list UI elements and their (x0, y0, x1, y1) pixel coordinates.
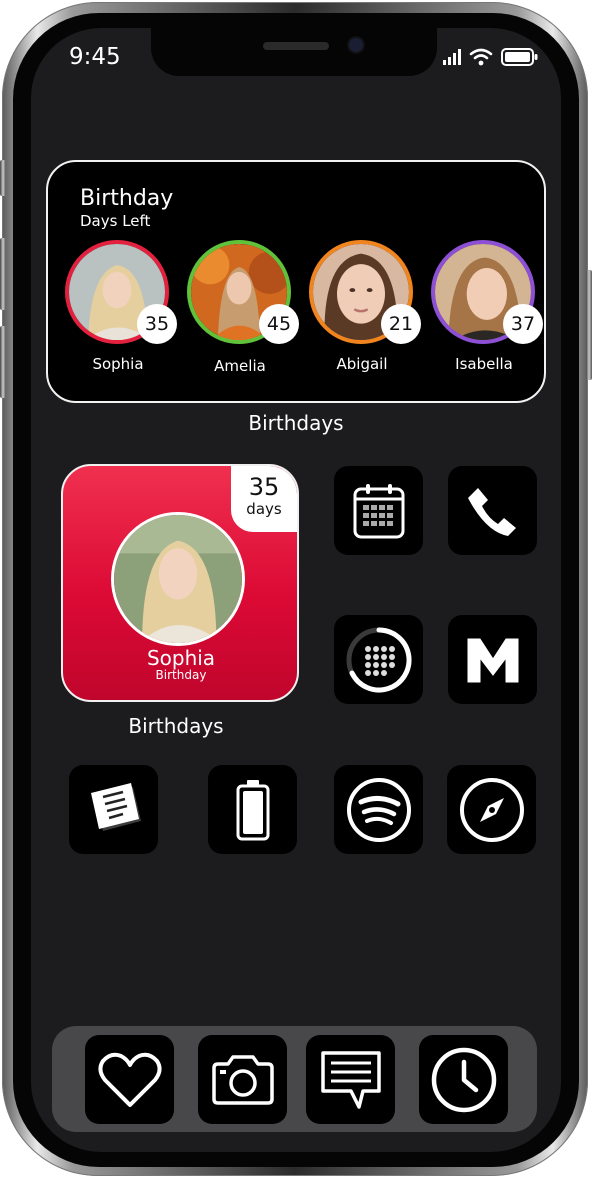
battery-app[interactable] (208, 765, 297, 854)
person-name: Isabella (455, 355, 513, 373)
person-card[interactable]: 37 Isabella (429, 240, 543, 380)
earpiece-speaker (263, 42, 329, 50)
volume-up-button (0, 238, 6, 310)
gmail-m-icon (467, 638, 518, 682)
clock-icon (431, 1047, 496, 1112)
status-icons (443, 48, 539, 66)
calendar-icon (353, 483, 404, 538)
clock-app[interactable] (419, 1035, 508, 1124)
person-card[interactable]: 35 Sophia (63, 240, 177, 380)
mute-switch (0, 160, 6, 196)
dock (52, 1026, 537, 1132)
widget-caption: Birthdays (128, 714, 224, 738)
messages-icon (320, 1050, 381, 1109)
days-left-tab: 35 days (231, 466, 297, 532)
gmail-app[interactable] (448, 615, 537, 704)
spotify-icon (346, 777, 411, 842)
person-name: Abigail (336, 355, 388, 373)
person-card[interactable]: 45 Amelia (185, 240, 299, 380)
home-screen: 9:45 Birthday Days Left 35 Sophia 45 Ame… (31, 28, 561, 1152)
cellular-signal-icon (443, 49, 461, 65)
notch (151, 28, 437, 76)
birthday-widget-large[interactable]: Birthday Days Left 35 Sophia 45 Amelia 2… (46, 160, 546, 403)
days-left-label: days (246, 500, 282, 518)
birthday-widget-small[interactable]: 35 days Sophia Birthday (61, 464, 299, 702)
person-name: Amelia (214, 357, 266, 375)
status-time: 9:45 (69, 44, 121, 70)
person-name: Sophia (146, 646, 216, 670)
person-name: Sophia (92, 355, 144, 373)
days-left-badge: 35 (137, 304, 177, 344)
front-camera (349, 38, 363, 52)
safari-app[interactable] (447, 765, 536, 854)
camera-app[interactable] (198, 1035, 287, 1124)
days-left-badge: 45 (259, 304, 299, 344)
camera-icon (211, 1054, 274, 1105)
notes-icon (90, 782, 141, 831)
notes-app[interactable] (69, 765, 158, 854)
volume-down-button (0, 326, 6, 398)
activity-app[interactable] (334, 615, 423, 704)
widget-subtitle: Days Left (80, 212, 151, 230)
phone-app[interactable] (448, 466, 537, 555)
power-button (586, 270, 592, 380)
battery-icon (236, 779, 269, 840)
days-left-count: 35 (248, 473, 280, 501)
wifi-icon (469, 48, 493, 66)
battery-status-icon (501, 48, 538, 66)
messages-app[interactable] (306, 1035, 395, 1124)
spotify-app[interactable] (334, 765, 423, 854)
activity-grid-icon (346, 627, 412, 692)
widget-title: Birthday (80, 186, 174, 211)
health-app[interactable] (85, 1035, 174, 1124)
days-left-badge: 21 (381, 304, 421, 344)
widget-caption: Birthdays (248, 411, 344, 435)
person-card[interactable]: 21 Abigail (307, 240, 421, 380)
health-heart-icon (97, 1052, 162, 1107)
compass-icon (459, 777, 524, 842)
portrait-photo (114, 515, 242, 643)
widget-subtitle: Birthday (155, 668, 207, 682)
days-left-badge: 37 (503, 304, 543, 344)
calendar-app[interactable] (334, 466, 423, 555)
avatar (111, 512, 245, 646)
phone-icon (467, 487, 516, 536)
